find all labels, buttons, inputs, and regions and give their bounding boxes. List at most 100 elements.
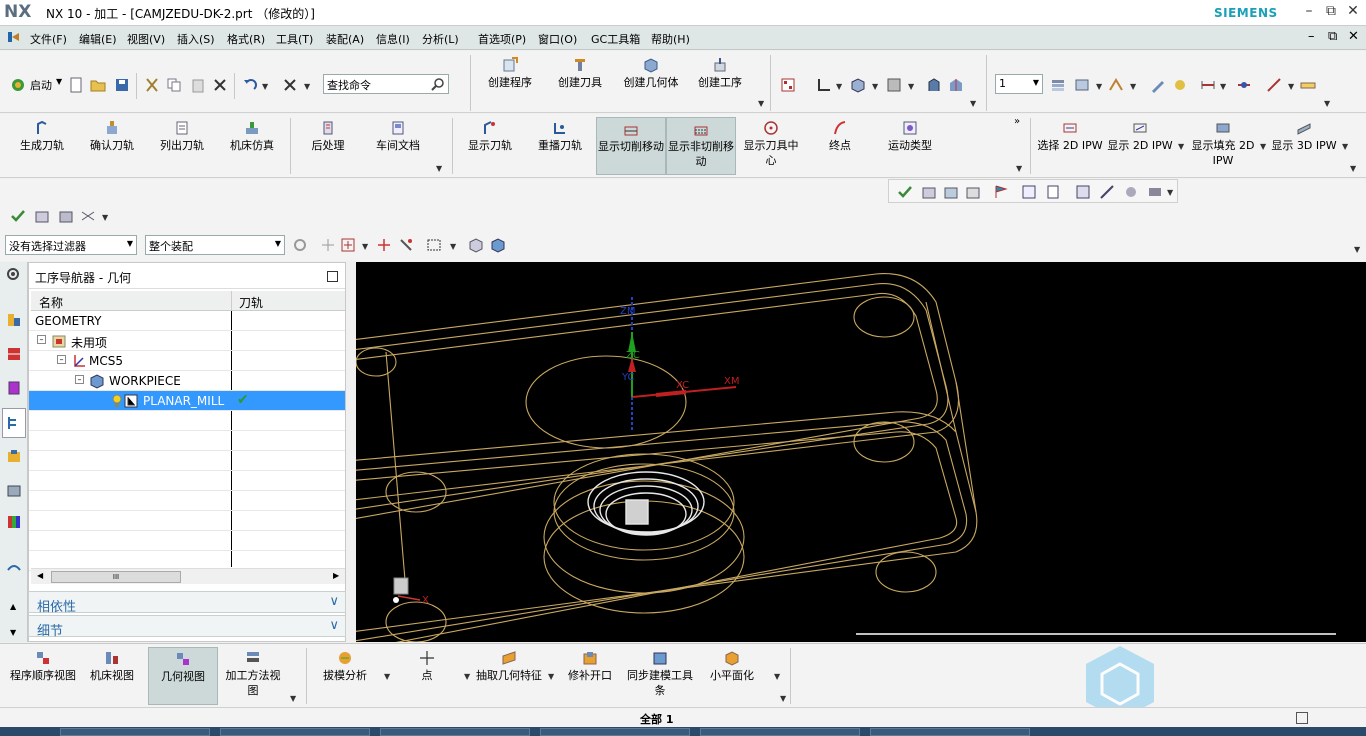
x-dropdown-icon[interactable]: ▼ [304, 82, 310, 91]
gear-filter-icon[interactable] [292, 237, 308, 253]
machine-view-button[interactable]: 机床视图 [84, 650, 140, 683]
show-tool-center-button[interactable]: 显示刀具中心 [740, 120, 802, 168]
menu-format[interactable]: 格式(R) [227, 31, 265, 47]
move-layer-dropdown-icon[interactable]: ▼ [1130, 82, 1136, 91]
show-noncut-moves-button[interactable]: 显示非切削移动 [666, 117, 736, 175]
scroll-right-icon[interactable]: ▶ [333, 571, 339, 580]
strip-scroll-up-icon[interactable]: ▲ [10, 602, 16, 611]
ops-more-icon[interactable]: ▼ [436, 164, 442, 173]
scroll-thumb[interactable]: III [51, 571, 181, 583]
graphics-viewport[interactable]: ZM ZC YC XC XM X [356, 262, 1366, 642]
background-dropdown-icon[interactable]: ▼ [908, 82, 914, 91]
doc-close-button[interactable]: ✕ [1348, 29, 1359, 44]
taskbar-item[interactable] [220, 728, 370, 736]
create-tool-button[interactable]: 创建刀具 [552, 57, 608, 90]
3d-ipw-dropdown-icon[interactable]: ▼ [1342, 142, 1348, 151]
select-icon-3[interactable] [58, 208, 74, 224]
pick-icon[interactable] [398, 237, 414, 253]
tools-more-icon[interactable]: ▼ [780, 694, 786, 703]
minimize-button[interactable]: – [1298, 3, 1320, 23]
ops-icon-4[interactable] [1021, 184, 1037, 200]
tree-row[interactable]: – MCS5 [29, 351, 345, 371]
facetize-button[interactable]: 小平面化 [704, 650, 760, 683]
cube-solid-icon[interactable] [490, 237, 506, 253]
view-layout-icon[interactable] [780, 77, 796, 93]
taskbar-item[interactable] [870, 728, 1030, 736]
menu-gc-toolbox[interactable]: GC工具箱 [591, 31, 640, 47]
cube-select-icon[interactable] [468, 237, 484, 253]
extract-dropdown-icon[interactable]: ▼ [548, 672, 554, 681]
sync-modeling-button[interactable]: 同步建模工具条 [626, 650, 694, 698]
selection-filter-select[interactable]: 没有选择过滤器 ▼ [5, 235, 137, 255]
layer-dropdown-icon[interactable]: ▼ [1096, 82, 1102, 91]
filterbar-more-icon[interactable]: ▼ [1354, 245, 1360, 254]
fullscreen-icon[interactable] [1296, 712, 1308, 724]
analysis-icon[interactable] [1236, 77, 1252, 93]
taskbar-item[interactable] [700, 728, 860, 736]
ipw-more-icon[interactable]: ▼ [1350, 164, 1356, 173]
patch-opening-button[interactable]: 修补开口 [562, 650, 618, 683]
palette-icon[interactable] [6, 514, 22, 530]
reuse-library-icon[interactable] [6, 482, 22, 498]
tree-row[interactable]: – 未用项 [29, 331, 345, 351]
check-path-icon[interactable] [897, 184, 913, 200]
collapse-toggle-icon[interactable]: – [37, 335, 46, 344]
create-program-button[interactable]: 创建程序 [482, 57, 538, 90]
taskbar-item[interactable] [60, 728, 210, 736]
undo-icon[interactable] [242, 77, 258, 93]
ops-icon-9[interactable] [1147, 184, 1163, 200]
show-3d-ipw-button[interactable]: 显示 3D IPW [1268, 120, 1340, 153]
save-icon[interactable] [114, 77, 130, 93]
menu-insert[interactable]: 插入(S) [177, 31, 215, 47]
more-options-icon[interactable]: ▼ [758, 99, 764, 108]
dependencies-panel[interactable]: 相依性 ∨ [28, 591, 346, 615]
collapse-toggle-icon[interactable]: – [57, 355, 66, 364]
ops-icon-5[interactable] [1045, 184, 1061, 200]
close-window-button[interactable]: ✕ [1342, 3, 1364, 23]
geometry-view-button[interactable]: 几何视图 [148, 647, 218, 705]
settings-gear-icon[interactable] [5, 266, 21, 282]
endpoint-button[interactable]: 终点 [820, 120, 860, 153]
horizontal-scrollbar[interactable]: ◀ III ▶ [31, 568, 345, 584]
menu-help[interactable]: 帮助(H) [651, 31, 690, 47]
x-cancel-icon[interactable] [282, 77, 298, 93]
ops-icon-7[interactable] [1099, 184, 1115, 200]
scope-select[interactable]: 整个装配 ▼ [145, 235, 285, 255]
move-to-layer-icon[interactable] [1108, 77, 1124, 93]
ops-icon-1[interactable] [921, 184, 937, 200]
select-icon-2[interactable] [34, 208, 50, 224]
column-name-header[interactable]: 名称 [39, 294, 63, 311]
program-order-view-button[interactable]: 程序顺序视图 [6, 650, 80, 683]
doc-restore-button[interactable]: ⧉ [1328, 29, 1337, 44]
scroll-left-icon[interactable]: ◀ [37, 571, 43, 580]
point-dropdown-icon[interactable]: ▼ [362, 242, 368, 251]
overflow-chevron-icon[interactable]: » [1014, 116, 1020, 127]
section-icon[interactable] [948, 77, 964, 93]
display-more-icon[interactable]: ▼ [1016, 164, 1022, 173]
show-path-button[interactable]: 显示刀轨 [462, 120, 518, 153]
extract-geometry-button[interactable]: 抽取几何特征 [474, 650, 544, 683]
cut-icon[interactable] [144, 77, 160, 93]
point-select-icon[interactable] [340, 237, 356, 253]
layer-settings-icon[interactable] [1050, 77, 1066, 93]
wcs-dropdown-icon[interactable]: ▼ [836, 82, 842, 91]
menu-assembly[interactable]: 装配(A) [326, 31, 364, 47]
taskbar-item[interactable] [540, 728, 690, 736]
generate-path-button[interactable]: 生成刀轨 [12, 120, 72, 153]
view-more-icon[interactable]: ▼ [970, 99, 976, 108]
machine-nav-icon[interactable] [6, 448, 22, 464]
select-dropdown-icon[interactable]: ▼ [102, 213, 108, 222]
crosshair-icon[interactable] [376, 237, 392, 253]
paste-icon[interactable] [190, 77, 206, 93]
render-dropdown-icon[interactable]: ▼ [872, 82, 878, 91]
menu-analysis[interactable]: 分析(L) [422, 31, 459, 47]
ops-icon-3[interactable] [965, 184, 981, 200]
postprocess-button[interactable]: 后处理 [298, 120, 358, 153]
menu-preferences[interactable]: 首选项(P) [478, 31, 526, 47]
point-button[interactable]: 点 [402, 650, 452, 683]
open-folder-icon[interactable] [90, 77, 106, 93]
list-path-button[interactable]: 列出刀轨 [152, 120, 212, 153]
create-operation-button[interactable]: 创建工序 [692, 57, 748, 90]
taskbar-item[interactable] [380, 728, 530, 736]
part-nav-icon[interactable] [6, 312, 22, 328]
